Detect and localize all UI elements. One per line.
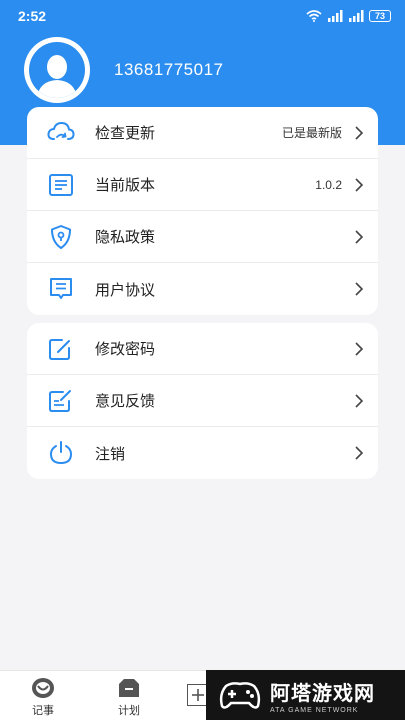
cloud-sync-icon xyxy=(47,119,75,147)
menu-item-label: 修改密码 xyxy=(95,341,156,358)
status-bar: 2:52 73 xyxy=(0,0,405,32)
profile-section: 13681775017 xyxy=(24,37,224,103)
menu-item-logout[interactable]: 注销 xyxy=(27,427,378,479)
menu-item-privacy-policy[interactable]: 隐私政策 xyxy=(27,211,378,263)
agreement-doc-icon xyxy=(47,275,75,303)
tab-plan[interactable]: 计划 xyxy=(86,671,172,720)
plan-tab-icon xyxy=(119,679,139,697)
chevron-right-icon xyxy=(355,125,364,140)
watermark-subtitle: ATA GAME NETWORK xyxy=(270,706,359,714)
chevron-right-icon xyxy=(355,393,364,408)
menu-item-change-password[interactable]: 修改密码 xyxy=(27,323,378,375)
wifi-icon xyxy=(306,10,322,22)
gamepad-logo-icon xyxy=(219,682,261,709)
settings-card-1: 检查更新 已是最新版 当前版本 1.0.2 隐私政策 用户协议 xyxy=(27,107,378,315)
tab-notes[interactable]: 记事 xyxy=(0,671,86,720)
status-time: 2:52 xyxy=(18,8,47,24)
signal-icon xyxy=(328,10,343,22)
chevron-right-icon xyxy=(355,229,364,244)
menu-item-current-version[interactable]: 当前版本 1.0.2 xyxy=(27,159,378,211)
power-icon xyxy=(47,439,75,467)
tab-label: 记事 xyxy=(32,705,54,717)
menu-item-feedback[interactable]: 意见反馈 xyxy=(27,375,378,427)
menu-item-label: 意见反馈 xyxy=(95,393,156,410)
chevron-right-icon xyxy=(355,446,364,460)
menu-item-label: 隐私政策 xyxy=(95,229,156,246)
menu-item-label: 检查更新 xyxy=(95,125,156,142)
settings-card-2: 修改密码 意见反馈 注销 xyxy=(27,323,378,479)
menu-item-check-update[interactable]: 检查更新 已是最新版 xyxy=(27,107,378,159)
chevron-right-icon xyxy=(355,177,364,192)
document-list-icon xyxy=(47,171,75,199)
menu-item-label: 注销 xyxy=(95,445,126,463)
battery-icon: 73 xyxy=(369,10,391,22)
chevron-right-icon xyxy=(355,282,364,296)
watermark-overlay: 阿塔游戏网 ATA GAME NETWORK xyxy=(206,670,405,720)
menu-item-value: 已是最新版 xyxy=(281,126,342,140)
notes-tab-icon xyxy=(32,678,54,698)
menu-item-user-agreement[interactable]: 用户协议 xyxy=(27,263,378,315)
feedback-edit-icon xyxy=(47,387,75,415)
avatar[interactable] xyxy=(24,37,90,103)
chevron-right-icon xyxy=(355,341,364,356)
signal-icon-2 xyxy=(349,10,364,22)
status-icons: 73 xyxy=(306,10,391,22)
menu-item-value: 1.0.2 xyxy=(315,177,342,192)
shield-key-icon xyxy=(47,223,75,251)
watermark-title: 阿塔游戏网 xyxy=(270,682,375,705)
user-silhouette-icon xyxy=(37,55,77,98)
menu-item-label: 当前版本 xyxy=(95,177,156,194)
menu-item-label: 用户协议 xyxy=(95,281,156,299)
user-phone-number: 13681775017 xyxy=(114,60,224,79)
edit-square-icon xyxy=(47,335,75,363)
tab-label: 计划 xyxy=(118,705,140,717)
